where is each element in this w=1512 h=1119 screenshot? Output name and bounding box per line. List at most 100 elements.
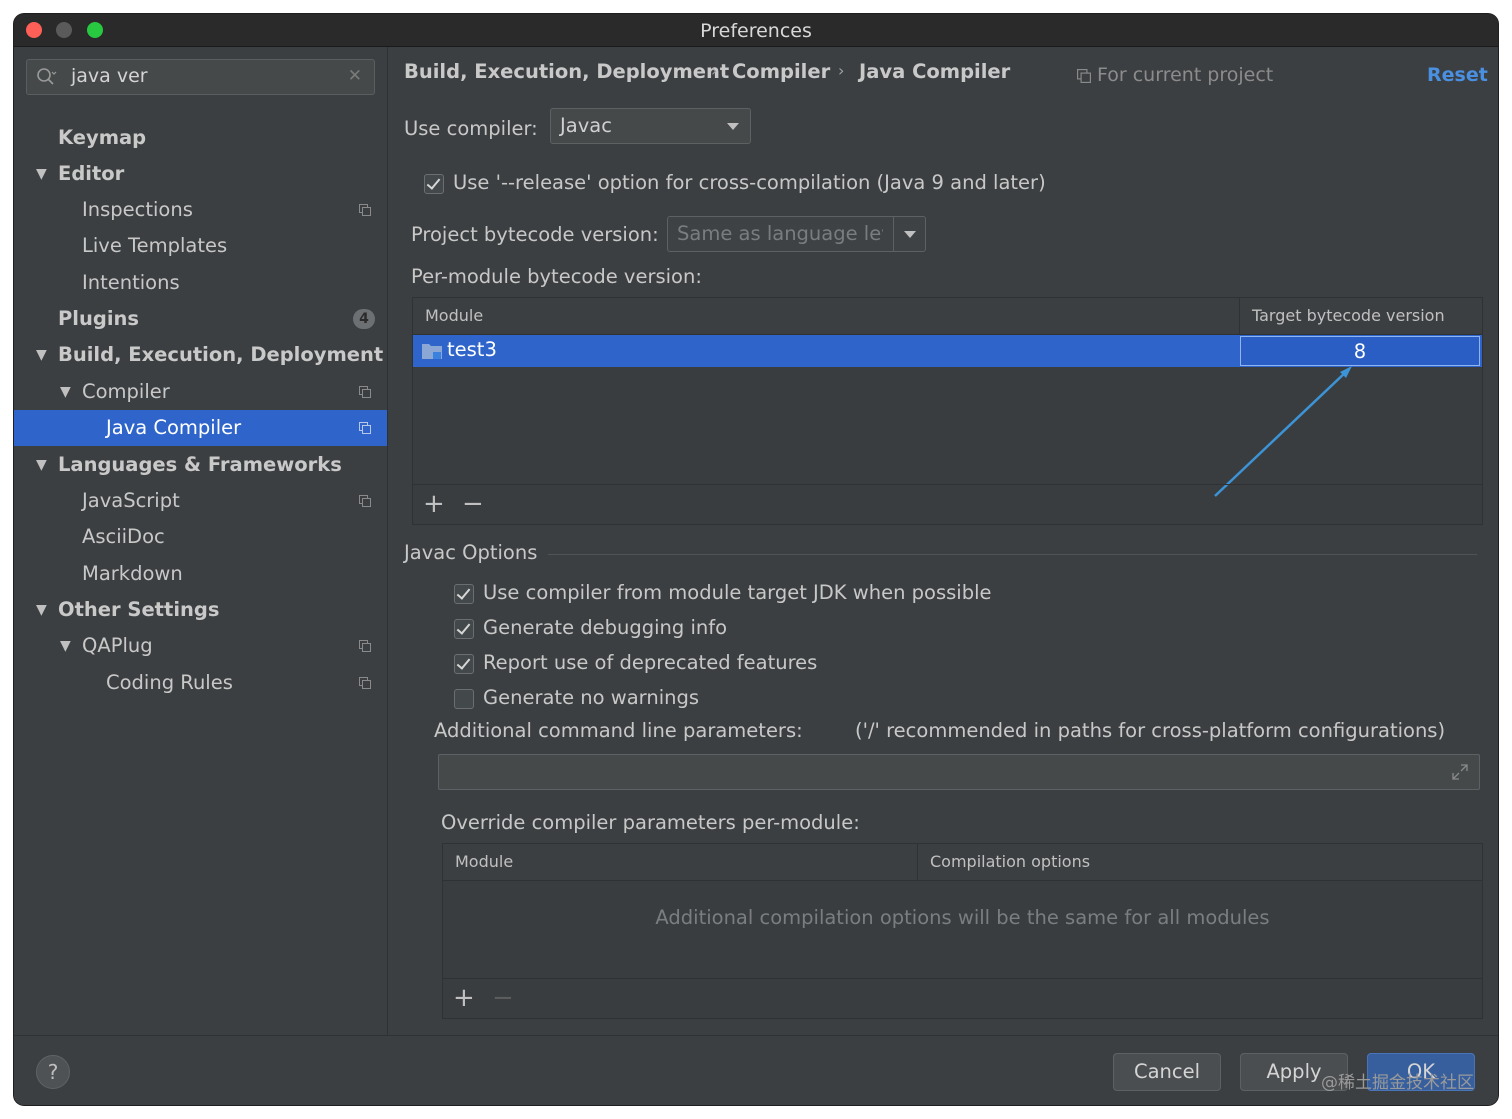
project-bytecode-label: Project bytecode version: xyxy=(411,223,659,246)
sidebar-item-label: Languages & Frameworks xyxy=(58,453,342,476)
sidebar-item-label: QAPlug xyxy=(82,634,153,657)
breadcrumb-item[interactable]: Compiler xyxy=(732,60,830,83)
override-table: Module Compilation options Additional co… xyxy=(442,843,1483,1019)
sidebar-item-label: JavaScript xyxy=(82,489,180,512)
chevron-down-icon xyxy=(727,123,739,130)
sidebar-item-label: Markdown xyxy=(82,562,183,585)
project-scope-icon xyxy=(359,204,371,216)
expand-arrow-icon[interactable]: ▼ xyxy=(60,374,71,410)
breadcrumb-item: Java Compiler xyxy=(859,60,1011,83)
search-field[interactable]: java ver ✕ xyxy=(26,59,375,95)
add-module-button[interactable]: + xyxy=(423,491,445,517)
settings-panel: Build, Execution, Deployment › Compiler … xyxy=(388,47,1498,1035)
sidebar-item-java-compiler[interactable]: Java Compiler xyxy=(14,410,387,446)
cancel-button[interactable]: Cancel xyxy=(1113,1053,1221,1091)
sidebar-item-label: Other Settings xyxy=(58,598,220,621)
project-scope-icon xyxy=(359,495,371,507)
sidebar-item-label: Coding Rules xyxy=(106,671,233,694)
module-name: test3 xyxy=(447,338,497,361)
column-header-module[interactable]: Module xyxy=(455,852,513,871)
use-compiler-label: Use compiler: xyxy=(404,117,538,140)
target-version-cell[interactable]: 8 xyxy=(1240,336,1480,366)
clear-search-icon[interactable]: ✕ xyxy=(348,66,362,86)
expand-arrow-icon[interactable]: ▼ xyxy=(36,592,47,628)
option-checkbox-deprecated[interactable] xyxy=(454,654,474,674)
combo-divider xyxy=(893,217,894,251)
option-label: Generate no warnings xyxy=(483,686,700,709)
help-button[interactable]: ? xyxy=(36,1055,70,1089)
project-scope-icon xyxy=(359,422,371,434)
sidebar-item-inspections[interactable]: Inspections xyxy=(14,192,387,228)
sidebar-item-label: Inspections xyxy=(82,198,193,221)
sidebar-item-label: Plugins xyxy=(58,307,139,330)
sidebar-item-label: AsciiDoc xyxy=(82,525,165,548)
params-hint: ('/' recommended in paths for cross-plat… xyxy=(855,719,1446,742)
compiler-select-value: Javac xyxy=(560,114,612,137)
expand-arrow-icon[interactable]: ▼ xyxy=(36,337,47,373)
sidebar-item-label: Intentions xyxy=(82,271,180,294)
column-divider[interactable] xyxy=(1239,298,1240,334)
sidebar-item-asciidoc[interactable]: AsciiDoc xyxy=(14,519,387,555)
release-option-label: Use '--release' option for cross-compila… xyxy=(453,171,1046,194)
option-checkbox-no-warnings[interactable] xyxy=(454,689,474,709)
target-version-value: 8 xyxy=(1353,340,1367,363)
sidebar-item-intentions[interactable]: Intentions xyxy=(14,265,387,301)
project-scope-icon xyxy=(359,640,371,652)
sidebar-item-plugins[interactable]: Plugins 4 xyxy=(14,301,387,337)
compiler-select[interactable]: Javac xyxy=(550,108,751,144)
option-checkbox-debug-info[interactable] xyxy=(454,619,474,639)
sidebar-item-compiler[interactable]: ▼ Compiler xyxy=(14,374,387,410)
sidebar-item-qaplug[interactable]: ▼ QAPlug xyxy=(14,628,387,664)
per-module-label: Per-module bytecode version: xyxy=(411,265,702,288)
sidebar-item-label: Build, Execution, Deployment xyxy=(58,343,384,366)
reset-link[interactable]: Reset xyxy=(1427,64,1488,86)
sidebar-item-label: Keymap xyxy=(58,126,147,149)
remove-module-button[interactable]: − xyxy=(462,491,484,517)
search-icon xyxy=(37,68,57,85)
sidebar-item-markdown[interactable]: Markdown xyxy=(14,556,387,592)
add-override-button[interactable]: + xyxy=(453,985,475,1011)
column-header-options[interactable]: Compilation options xyxy=(930,852,1090,871)
sidebar-item-label: Live Templates xyxy=(82,234,228,257)
sidebar-item-languages-frameworks[interactable]: ▼ Languages & Frameworks xyxy=(14,447,387,483)
release-option-checkbox[interactable] xyxy=(424,174,444,194)
sidebar-item-other-settings[interactable]: ▼ Other Settings xyxy=(14,592,387,628)
table-header: Module Target bytecode version xyxy=(413,298,1482,335)
sidebar-item-coding-rules[interactable]: Coding Rules xyxy=(14,665,387,701)
breadcrumb-separator: › xyxy=(711,61,718,80)
bytecode-version-value: Same as language leve xyxy=(677,222,883,245)
module-folder-icon xyxy=(422,344,442,359)
column-header-module[interactable]: Module xyxy=(425,306,483,325)
sidebar-item-label: Editor xyxy=(58,162,125,185)
table-header: Module Compilation options xyxy=(443,844,1482,881)
column-header-target[interactable]: Target bytecode version xyxy=(1252,306,1445,325)
remove-override-button[interactable]: − xyxy=(492,985,514,1011)
expand-arrow-icon[interactable]: ▼ xyxy=(60,628,71,664)
empty-table-text: Additional compilation options will be t… xyxy=(655,906,1270,929)
sidebar-item-build-execution-deployment[interactable]: ▼ Build, Execution, Deployment xyxy=(14,337,387,373)
override-label: Override compiler parameters per-module: xyxy=(441,811,860,834)
toolbar-divider xyxy=(413,484,1482,485)
bytecode-version-select[interactable]: Same as language leve xyxy=(667,216,926,252)
sidebar-item-editor[interactable]: ▼ Editor xyxy=(14,156,387,192)
project-scope-icon xyxy=(1077,69,1091,83)
sidebar-item-javascript[interactable]: JavaScript xyxy=(14,483,387,519)
plugins-count-badge: 4 xyxy=(353,309,375,329)
expand-icon[interactable] xyxy=(1451,763,1469,781)
search-input[interactable]: java ver xyxy=(71,65,148,87)
sidebar-item-keymap[interactable]: Keymap xyxy=(14,120,387,156)
table-row[interactable]: test3 8 xyxy=(413,335,1482,367)
chevron-down-icon xyxy=(904,231,916,238)
sidebar-item-live-templates[interactable]: Live Templates xyxy=(14,228,387,264)
params-input[interactable] xyxy=(438,754,1480,790)
window-title: Preferences xyxy=(700,20,812,42)
expand-arrow-icon[interactable]: ▼ xyxy=(36,156,47,192)
params-label: Additional command line parameters: xyxy=(434,719,803,742)
sidebar-item-label: Compiler xyxy=(82,380,170,403)
title-bar: Preferences xyxy=(14,14,1498,47)
option-checkbox-target-jdk[interactable] xyxy=(454,584,474,604)
expand-arrow-icon[interactable]: ▼ xyxy=(36,447,47,483)
option-label: Report use of deprecated features xyxy=(483,651,818,674)
column-divider[interactable] xyxy=(917,844,918,880)
breadcrumb-item[interactable]: Build, Execution, Deployment xyxy=(404,60,729,83)
